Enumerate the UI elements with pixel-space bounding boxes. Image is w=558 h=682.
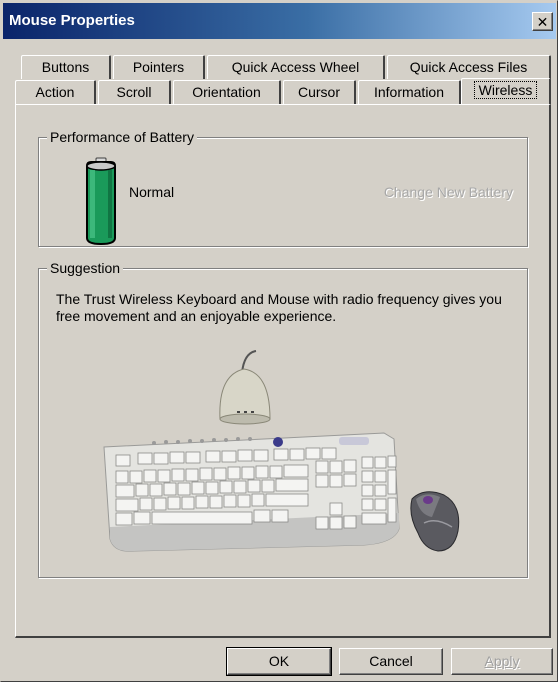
battery-groupbox: Performance of Battery Normal Change New… [38, 128, 528, 247]
cancel-button-label: Cancel [369, 653, 413, 669]
change-battery-text: Change New Battery [383, 184, 513, 200]
tab-information[interactable]: Information [358, 80, 461, 104]
tab-orientation[interactable]: Orientation [173, 80, 281, 104]
tab-panel-wireless: Performance of Battery Normal Change New… [15, 104, 551, 638]
apply-button[interactable]: Apply [451, 648, 553, 675]
tab-quick-access-files[interactable]: Quick Access Files [387, 55, 551, 79]
tab-action[interactable]: Action [15, 80, 96, 104]
mouse-properties-window: Mouse Properties ✕ Buttons Pointers Quic… [0, 0, 558, 682]
battery-group-label: Performance of Battery [47, 128, 197, 146]
tab-label: Buttons [41, 59, 90, 75]
window-title: Mouse Properties [9, 12, 135, 29]
suggestion-groupbox: Suggestion The Trust Wireless Keyboard a… [38, 259, 528, 578]
battery-status-text: Normal [129, 184, 175, 200]
tab-label: Quick Access Wheel [231, 59, 360, 75]
tab-label: Orientation [192, 84, 261, 100]
cancel-button[interactable]: Cancel [339, 648, 443, 675]
ok-button-label: OK [268, 653, 290, 669]
suggestion-group-label: Suggestion [47, 259, 124, 277]
tab-wireless[interactable]: Wireless [461, 78, 551, 104]
battery-icon [83, 156, 119, 251]
close-button[interactable]: ✕ [532, 12, 553, 31]
tab-buttons[interactable]: Buttons [21, 55, 111, 79]
close-icon: ✕ [536, 13, 549, 30]
tab-label: Quick Access Files [409, 59, 528, 75]
change-battery-label: Change New Battery [384, 184, 513, 200]
title-bar[interactable]: Mouse Properties ✕ [3, 3, 556, 39]
apply-button-label: Apply [484, 653, 520, 669]
tab-cursor[interactable]: Cursor [283, 80, 356, 104]
tab-label: Cursor [297, 84, 340, 100]
ok-button[interactable]: OK [226, 647, 332, 676]
tab-label: Wireless [473, 81, 538, 99]
wireless-keyboard-mouse-image [103, 350, 460, 552]
tab-pointers[interactable]: Pointers [113, 55, 205, 79]
suggestion-text: The Trust Wireless Keyboard and Mouse wi… [56, 291, 502, 324]
tab-label: Action [35, 84, 75, 100]
tab-scroll[interactable]: Scroll [98, 80, 171, 104]
tab-label: Scroll [116, 84, 152, 100]
tab-label: Information [373, 84, 445, 100]
tab-label: Pointers [132, 59, 185, 75]
tab-quick-access-wheel[interactable]: Quick Access Wheel [207, 55, 385, 79]
